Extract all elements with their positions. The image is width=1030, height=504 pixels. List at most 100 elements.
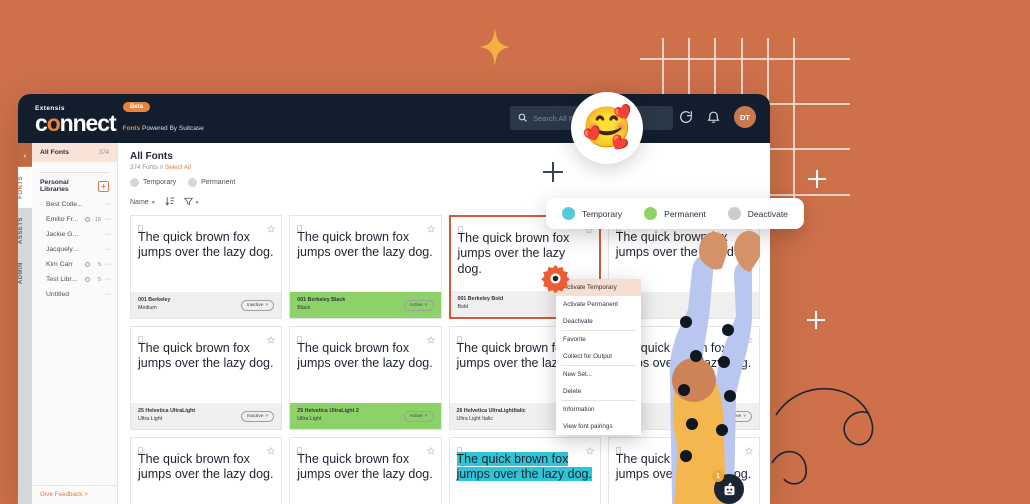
favorite-star-icon[interactable] bbox=[744, 442, 754, 455]
refresh-icon[interactable] bbox=[678, 109, 694, 125]
plus-square-icon[interactable]: + bbox=[98, 180, 109, 192]
library-menu-icon[interactable]: ··· bbox=[104, 261, 111, 268]
select-all-link[interactable]: Select All bbox=[165, 164, 191, 171]
collect-flag-icon[interactable] bbox=[456, 442, 464, 456]
rail-tab-assets[interactable]: ASSETS bbox=[18, 208, 32, 253]
context-menu-item[interactable]: Activate Permanent bbox=[556, 296, 641, 313]
collect-flag-icon[interactable] bbox=[137, 220, 145, 234]
font-card[interactable]: The quick brown fox jumps over the lazy … bbox=[289, 437, 442, 504]
context-menu[interactable]: Activate Temporary Activate Permanent Deac… bbox=[556, 279, 641, 435]
font-family-name: 001 Berkeley bbox=[138, 297, 171, 304]
context-menu-item[interactable]: Information bbox=[556, 401, 641, 418]
library-menu-icon[interactable]: ··· bbox=[104, 201, 111, 208]
radio-dot-icon bbox=[188, 178, 198, 187]
filter-dropdown[interactable]: ▼ bbox=[183, 197, 200, 208]
library-name: Jacquely... bbox=[46, 246, 78, 253]
sidebar-library-item[interactable]: Jackie G... ··· bbox=[32, 227, 117, 242]
context-menu-item[interactable]: Delete bbox=[556, 383, 641, 400]
font-card[interactable]: The quick brown fox jumps over the lazy … bbox=[130, 326, 283, 430]
shared-library-icon bbox=[85, 217, 90, 222]
font-card[interactable]: The quick brown fox jumps over the lazy … bbox=[130, 215, 283, 319]
legend-item[interactable]: Temporary bbox=[562, 207, 622, 220]
sort-az-icon[interactable] bbox=[165, 196, 175, 209]
activation-state-badge[interactable]: Inactive˅ bbox=[240, 299, 275, 311]
radio-dot-icon bbox=[130, 178, 139, 187]
plus-decoration-top bbox=[808, 170, 826, 188]
font-card-meta: 001 Berkeley Medium bbox=[138, 297, 170, 312]
font-card[interactable]: The quick brown fox jumps over the lazy … bbox=[289, 326, 442, 430]
rail-tab-admin[interactable]: ADMIN bbox=[18, 253, 32, 293]
user-avatar[interactable]: DT bbox=[734, 106, 756, 128]
collect-flag-icon[interactable] bbox=[137, 331, 145, 345]
collect-flag-icon[interactable] bbox=[457, 221, 465, 235]
sidebar-library-item[interactable]: Test Libr... 5 ··· bbox=[32, 272, 117, 287]
font-card-meta: 001 Berkeley Bold Bold bbox=[458, 296, 504, 311]
activation-state-badge[interactable]: Active ˅ bbox=[403, 410, 434, 422]
favorite-star-icon[interactable] bbox=[426, 331, 435, 344]
page-title: All Fonts bbox=[130, 151, 173, 162]
collect-flag-icon[interactable] bbox=[137, 442, 145, 456]
favorite-star-icon[interactable] bbox=[585, 442, 594, 455]
font-card[interactable]: The quick brown fox jumps over the lazy … bbox=[130, 437, 283, 504]
font-card[interactable]: The quick brown fox jumps over the lazy … bbox=[448, 437, 601, 504]
legend-item[interactable]: Permanent bbox=[644, 207, 706, 220]
context-menu-item[interactable]: Collect for Output bbox=[556, 348, 641, 365]
context-menu-item[interactable]: Favorite bbox=[556, 331, 641, 348]
brand-logo[interactable]: Extensis connect Beta Fonts Powered By S… bbox=[18, 101, 280, 134]
favorite-star-icon[interactable] bbox=[426, 220, 435, 233]
sidebar-library-list: Best Colle... ··· Emilio Fr... 18 ··· Jackie … bbox=[32, 197, 117, 302]
activation-state-badge[interactable]: Inactive˅ bbox=[240, 410, 275, 422]
font-card[interactable]: The quick brown fox jumps over the lazy … bbox=[289, 215, 442, 319]
font-specimen-text: The quick brown fox jumps over the lazy … bbox=[297, 230, 433, 260]
favorite-star-icon[interactable] bbox=[267, 220, 276, 233]
collapse-sidebar-button[interactable]: ‹ bbox=[18, 143, 32, 167]
library-menu-icon[interactable]: ··· bbox=[104, 291, 111, 298]
sidebar-item-all-fonts[interactable]: All Fonts 374 bbox=[32, 143, 117, 162]
chevron-down-icon: ˅ bbox=[265, 413, 269, 419]
sidebar-personal-libraries-header: Personal Libraries + bbox=[32, 179, 117, 197]
rail-tab-fonts[interactable]: FONTS bbox=[18, 167, 32, 208]
library-menu-icon[interactable]: ··· bbox=[104, 231, 111, 238]
context-menu-item[interactable]: Deactivate bbox=[556, 313, 641, 330]
sidebar-library-item[interactable]: Emilio Fr... 18 ··· bbox=[32, 212, 117, 227]
chevron-down-icon: ˅ bbox=[265, 302, 269, 308]
crosshair-cursor bbox=[543, 162, 563, 182]
give-feedback-link[interactable]: Give Feedback > bbox=[32, 485, 117, 498]
sidebar-library-item[interactable]: Kim Carr 5 ··· bbox=[32, 257, 117, 272]
legend-popup: Temporary Permanent Deactivate bbox=[546, 198, 804, 229]
library-menu-icon[interactable]: ··· bbox=[104, 246, 111, 253]
font-card-meta: 001 Berkeley Black Black bbox=[297, 297, 345, 312]
sidebar-library-item[interactable]: Best Colle... ··· bbox=[32, 197, 117, 212]
library-menu-icon[interactable]: ··· bbox=[104, 216, 111, 223]
font-card-meta: 25 Helvetica UltraLight Ultra Light bbox=[138, 408, 195, 423]
radio-permanent[interactable]: Permanent bbox=[188, 178, 235, 187]
favorite-star-icon[interactable] bbox=[744, 331, 754, 344]
collect-flag-icon[interactable] bbox=[296, 220, 304, 234]
legend-item[interactable]: Deactivate bbox=[727, 207, 788, 220]
activation-state-label: Active bbox=[409, 302, 423, 308]
font-style-name: Medium bbox=[138, 305, 157, 311]
collect-flag-icon[interactable] bbox=[296, 442, 304, 456]
sort-by-dropdown[interactable]: Name ▼ bbox=[130, 199, 156, 206]
personal-libraries-label: Personal Libraries bbox=[40, 179, 69, 193]
activation-state-badge[interactable]: Active ˅ bbox=[403, 299, 434, 311]
shared-library-icon bbox=[85, 262, 90, 267]
favorite-star-icon[interactable] bbox=[267, 331, 276, 344]
bell-icon[interactable] bbox=[706, 109, 722, 125]
sidebar-library-item[interactable]: Jacquely... ··· bbox=[32, 242, 117, 257]
library-menu-icon[interactable]: ··· bbox=[104, 276, 111, 283]
activation-state-badge[interactable]: Inactive˅ bbox=[718, 410, 752, 422]
squiggle-decoration bbox=[772, 355, 892, 485]
context-menu-item[interactable]: View font pairings bbox=[556, 418, 641, 435]
sidebar-library-item[interactable]: Untitled ··· bbox=[32, 287, 117, 302]
radio-temporary[interactable]: Temporary bbox=[130, 178, 176, 187]
favorite-star-icon[interactable] bbox=[426, 442, 435, 455]
favorite-star-icon[interactable] bbox=[267, 442, 276, 455]
collect-flag-icon[interactable] bbox=[296, 331, 304, 345]
collect-flag-icon[interactable] bbox=[456, 331, 464, 345]
activation-state-label: Active bbox=[409, 413, 423, 419]
collect-flag-icon[interactable] bbox=[615, 442, 623, 456]
search-icon bbox=[518, 109, 527, 127]
context-menu-item[interactable]: New Set... bbox=[556, 366, 641, 383]
activation-radio-group: Temporary Permanent bbox=[130, 178, 760, 187]
